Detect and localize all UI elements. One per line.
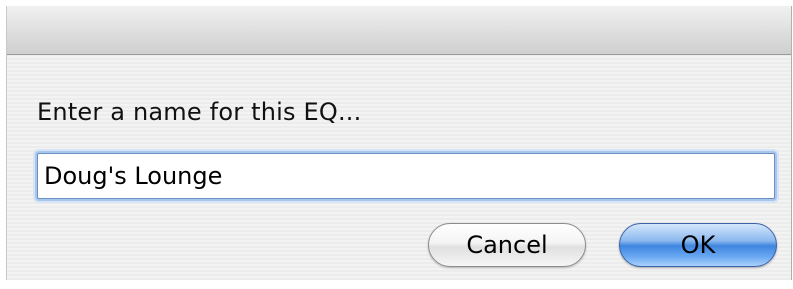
ok-button[interactable]: OK <box>619 223 777 267</box>
eq-name-input[interactable] <box>37 153 775 199</box>
name-eq-dialog: Enter a name for this EQ... Cancel OK <box>6 6 792 280</box>
cancel-button[interactable]: Cancel <box>428 223 586 267</box>
dialog-title-bar <box>7 6 791 55</box>
screenshot-frame: Enter a name for this EQ... Cancel OK <box>0 0 793 289</box>
prompt-label: Enter a name for this EQ... <box>37 98 362 126</box>
